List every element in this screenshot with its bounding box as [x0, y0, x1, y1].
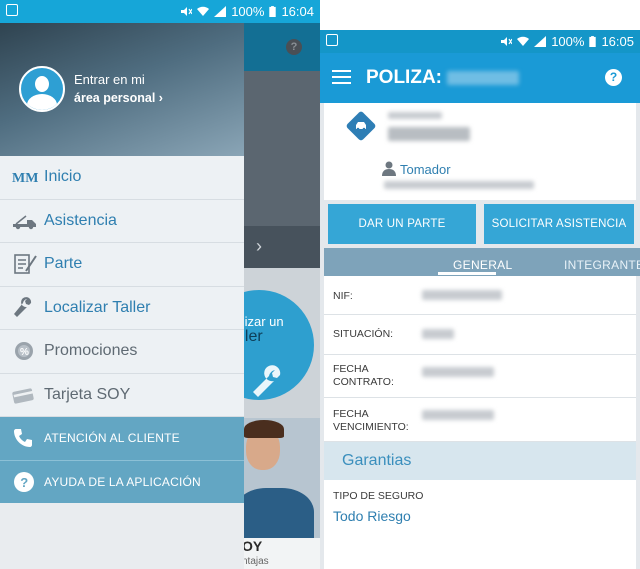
card-icon	[12, 388, 34, 404]
car-icon	[356, 122, 366, 131]
drawer-menu: MM Inicio Asistencia Parte Localizar Tal…	[0, 156, 244, 504]
hamburger-menu-icon[interactable]	[332, 70, 351, 84]
battery-icon	[269, 6, 277, 17]
wifi-icon	[197, 6, 210, 16]
wrench-icon	[253, 365, 281, 397]
percent-gear-icon: %	[15, 342, 33, 361]
menu-item-inicio[interactable]: MM Inicio	[0, 156, 244, 200]
menu-item-promociones[interactable]: % Promociones	[0, 330, 244, 374]
menu-item-ayuda[interactable]: ? AYUDA DE LA APLICACIÓN	[0, 460, 244, 504]
menu-item-atencion-cliente[interactable]: ATENCIÓN AL CLIENTE	[0, 417, 244, 461]
clock: 16:04	[281, 4, 314, 19]
screenshot-icon	[6, 4, 18, 16]
solicitar-asistencia-button[interactable]: SOLICITAR ASISTENCIA	[484, 204, 634, 244]
drawer-header[interactable]: Entrar en mi área personal ›	[0, 23, 244, 156]
signal-icon	[214, 6, 227, 17]
dar-un-parte-button[interactable]: DAR UN PARTE	[328, 204, 476, 244]
help-icon[interactable]: ?	[605, 69, 622, 86]
top-spacer	[320, 0, 640, 30]
mute-icon	[181, 7, 193, 16]
policy-card: Tomador	[324, 103, 636, 200]
background-app: ? › calizar un taller OY ntajas	[204, 23, 320, 569]
background-banner	[244, 71, 320, 226]
login-link[interactable]: Entrar en mi área personal ›	[74, 71, 163, 107]
redacted-fecha-contrato	[422, 367, 494, 377]
background-caption: OY ntajas	[242, 538, 320, 569]
redacted-fecha-vencimiento	[422, 410, 494, 420]
app-bar: POLIZA: ?	[320, 53, 640, 103]
detail-row-nif: NIF:	[324, 276, 636, 315]
battery-percent: 100%	[231, 4, 265, 19]
tab-bar: GENERAL INTEGRANTE	[324, 248, 640, 276]
navigation-drawer: Entrar en mi área personal › MM Inicio A…	[0, 23, 244, 569]
help-icon: ?	[286, 39, 302, 55]
clock: 16:05	[601, 34, 634, 49]
signal-icon	[534, 36, 547, 47]
redacted-plate	[388, 127, 470, 141]
garantias-section-header: Garantias	[324, 442, 636, 480]
help-icon: ?	[14, 471, 34, 492]
redacted-policy-number	[447, 70, 520, 85]
detail-row-fecha-contrato: FECHA CONTRATO:	[324, 355, 636, 398]
wrench-icon	[14, 296, 32, 317]
tipo-seguro-block: TIPO DE SEGURO Todo Riesgo	[324, 480, 636, 569]
status-bar: 100% 16:05	[320, 30, 640, 53]
menu-item-parte[interactable]: Parte	[0, 243, 244, 287]
background-header: ?	[244, 23, 320, 71]
menu-item-asistencia[interactable]: Asistencia	[0, 199, 244, 243]
tomador-label: Tomador	[400, 162, 451, 177]
screenshot-icon	[326, 34, 338, 46]
battery-percent: 100%	[551, 34, 585, 49]
background-row: ›	[244, 226, 320, 268]
mm-logo-icon: MM	[12, 171, 38, 186]
chevron-right-icon: ›	[158, 91, 163, 105]
chevron-right-icon: ›	[256, 236, 262, 256]
redacted-vehicle-type	[388, 112, 442, 119]
drawer-empty-area	[0, 503, 244, 569]
redacted-nif	[422, 290, 502, 300]
detail-row-fecha-vencimiento: FECHA VENCIMIENTO:	[324, 398, 636, 442]
tow-truck-icon	[13, 215, 36, 229]
person-icon	[382, 161, 396, 176]
person-photo	[244, 418, 320, 538]
phone-icon	[14, 429, 32, 448]
menu-item-tarjeta-soy[interactable]: Tarjeta SOY	[0, 373, 244, 417]
page-title: POLIZA:	[366, 67, 520, 89]
redacted-holder-name	[384, 181, 534, 189]
document-pen-icon	[14, 254, 37, 275]
tab-integrante[interactable]: INTEGRANTE	[564, 258, 640, 272]
svg-text:MM: MM	[12, 171, 38, 186]
svg-text:?: ?	[20, 475, 28, 490]
battery-icon	[589, 36, 597, 47]
active-tab-indicator	[438, 272, 496, 275]
left-screen: 100% 16:04 ? › calizar un taller OY ntaj…	[0, 0, 320, 569]
detail-row-situacion: SITUACIÓN:	[324, 315, 636, 355]
right-screen: 100% 16:05 POLIZA: ? Tomador DAR UN PART…	[320, 0, 640, 569]
tab-general[interactable]: GENERAL	[453, 258, 512, 272]
mute-icon	[501, 37, 513, 46]
redacted-situacion	[422, 329, 454, 339]
menu-item-localizar-taller[interactable]: Localizar Taller	[0, 286, 244, 330]
avatar[interactable]	[19, 66, 65, 112]
wifi-icon	[517, 36, 530, 46]
status-bar: 100% 16:04	[0, 0, 320, 23]
svg-text:%: %	[20, 347, 29, 358]
